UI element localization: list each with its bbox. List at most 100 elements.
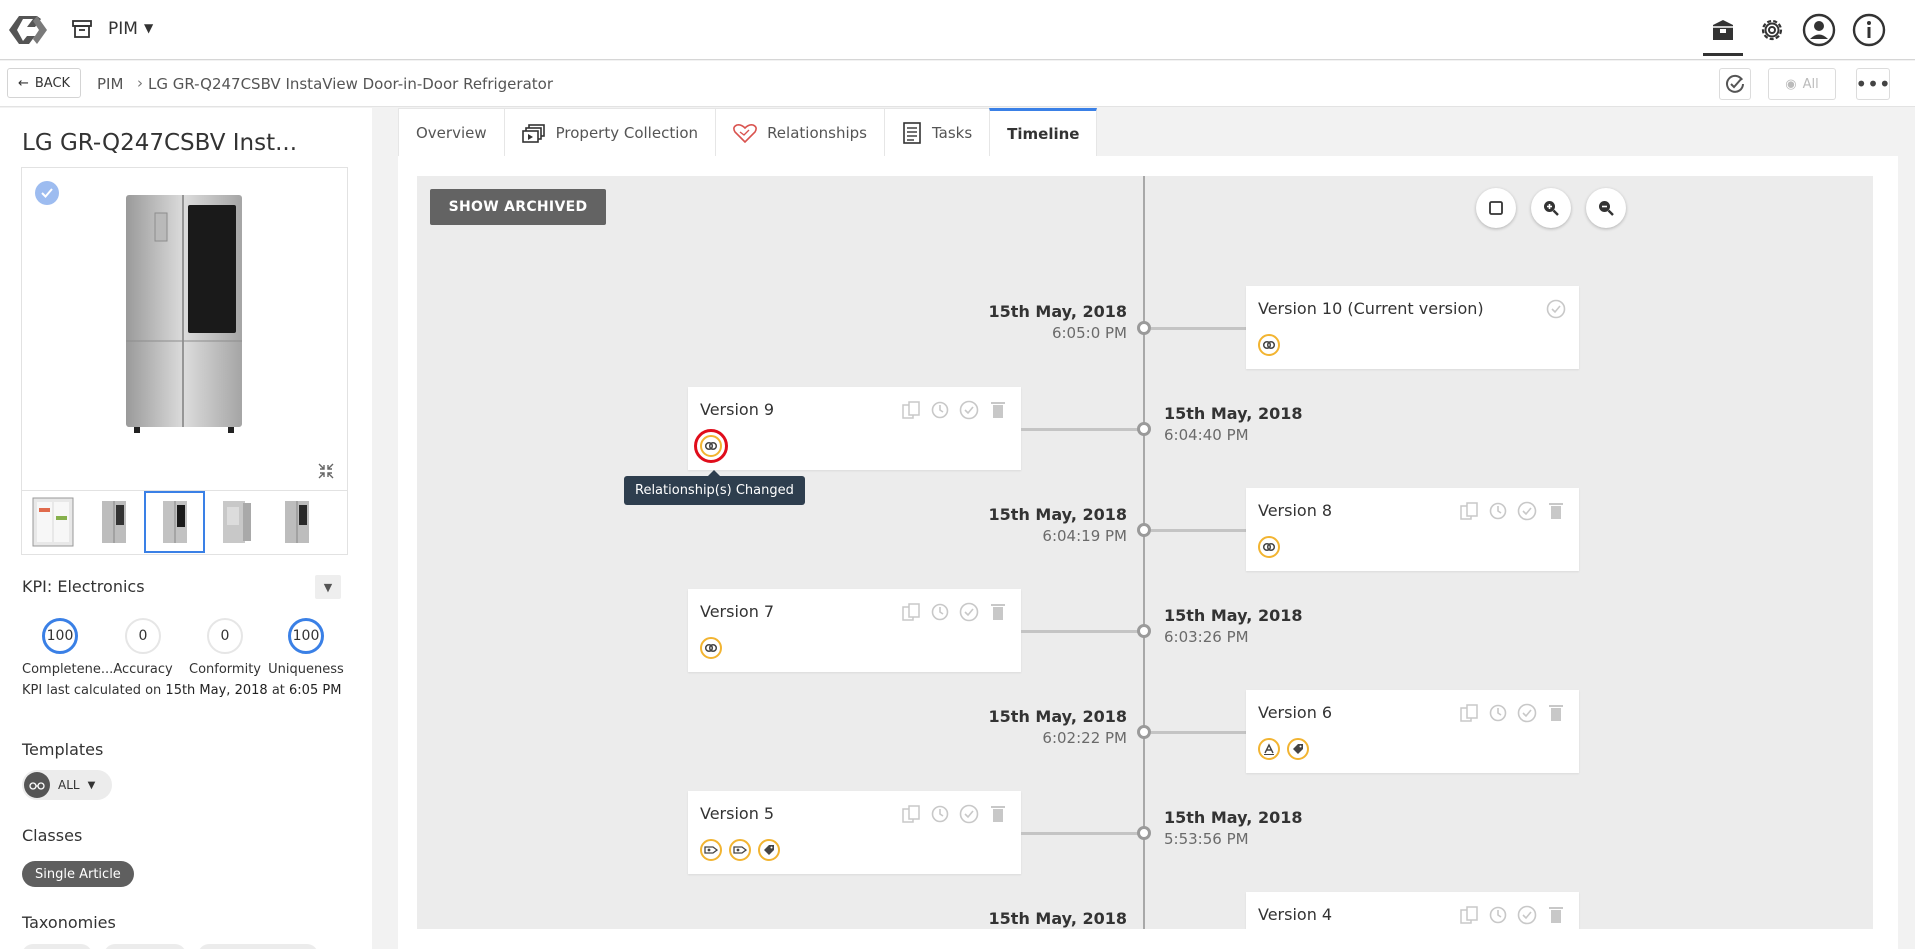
check-circle-icon[interactable] bbox=[1545, 298, 1567, 320]
restore-icon[interactable] bbox=[929, 399, 951, 421]
relationship-changed-icon[interactable] bbox=[1258, 334, 1280, 356]
trash-icon[interactable] bbox=[987, 803, 1009, 825]
version-card[interactable]: Version 8 bbox=[1246, 488, 1579, 571]
version-title: Version 4 bbox=[1258, 905, 1333, 924]
check-circle-icon[interactable] bbox=[1516, 500, 1538, 522]
trash-icon[interactable] bbox=[987, 601, 1009, 623]
kpi-completeness[interactable]: 100 Completene... bbox=[22, 618, 113, 677]
compare-icon[interactable] bbox=[1458, 702, 1480, 724]
timeline-node[interactable] bbox=[1137, 826, 1151, 840]
compare-icon[interactable] bbox=[900, 601, 922, 623]
restore-icon[interactable] bbox=[929, 803, 951, 825]
module-switcher[interactable]: PIM bbox=[108, 19, 138, 39]
check-circle-icon[interactable] bbox=[958, 601, 980, 623]
tab-overview[interactable]: Overview bbox=[398, 108, 504, 156]
trash-icon[interactable] bbox=[1545, 904, 1567, 926]
gear-icon[interactable] bbox=[1752, 10, 1792, 50]
attribute-changed-icon[interactable] bbox=[1258, 738, 1280, 760]
timeline-node[interactable] bbox=[1137, 523, 1151, 537]
show-archived-button[interactable]: SHOW ARCHIVED bbox=[430, 189, 606, 225]
version-title: Version 10 (Current version) bbox=[1258, 299, 1484, 318]
version-card[interactable]: Version 9 bbox=[688, 387, 1021, 470]
version-card[interactable]: Version 7 bbox=[688, 589, 1021, 672]
version-card[interactable]: Version 5 bbox=[688, 791, 1021, 874]
check-circle-icon[interactable] bbox=[958, 803, 980, 825]
zoom-out-button[interactable] bbox=[1586, 188, 1626, 228]
validate-button[interactable] bbox=[1719, 68, 1751, 100]
tab-timeline[interactable]: Timeline bbox=[989, 108, 1098, 156]
taxonomy-chip[interactable] bbox=[22, 944, 92, 949]
relationship-changed-icon[interactable] bbox=[1258, 536, 1280, 558]
class-chip[interactable]: Single Article bbox=[22, 861, 134, 887]
kpi-accuracy[interactable]: 0 Accuracy bbox=[105, 618, 181, 677]
timeline-node[interactable] bbox=[1137, 321, 1151, 335]
relationship-changed-icon[interactable] bbox=[700, 637, 722, 659]
version-time: 6:04:40 PM bbox=[1164, 426, 1249, 444]
version-card[interactable]: Version 4 bbox=[1246, 892, 1579, 929]
collapse-icon[interactable] bbox=[317, 462, 335, 480]
trash-icon[interactable] bbox=[1545, 702, 1567, 724]
thumbnail[interactable] bbox=[205, 491, 266, 553]
trash-icon[interactable] bbox=[1545, 500, 1567, 522]
version-card[interactable]: Version 6 bbox=[1246, 690, 1579, 773]
kpi-dropdown[interactable]: ▼ bbox=[315, 575, 341, 599]
compare-icon[interactable] bbox=[1458, 904, 1480, 926]
info-icon[interactable] bbox=[1849, 10, 1889, 50]
version-time: 6:03:26 PM bbox=[1164, 628, 1249, 646]
tab-relationships[interactable]: Relationships bbox=[715, 108, 884, 156]
asset-changed-icon[interactable] bbox=[700, 839, 722, 861]
thumbnail[interactable] bbox=[83, 491, 144, 553]
check-circle-icon[interactable] bbox=[1516, 702, 1538, 724]
thumbnail[interactable] bbox=[22, 491, 83, 553]
version-card[interactable]: Version 10 (Current version) bbox=[1246, 286, 1579, 369]
kpi-conformity[interactable]: 0 Conformity bbox=[187, 618, 263, 677]
restore-icon[interactable] bbox=[1487, 500, 1509, 522]
tab-tasks[interactable]: Tasks bbox=[883, 108, 990, 156]
check-circle-icon[interactable] bbox=[958, 399, 980, 421]
fit-to-screen-button[interactable] bbox=[1476, 188, 1516, 228]
archive-box-icon[interactable] bbox=[71, 18, 93, 40]
timeline-node[interactable] bbox=[1137, 725, 1151, 739]
check-circle-icon[interactable] bbox=[1516, 904, 1538, 926]
timeline-node[interactable] bbox=[1137, 422, 1151, 436]
tag-changed-icon[interactable] bbox=[758, 839, 780, 861]
kpi-uniqueness[interactable]: 100 Uniqueness bbox=[268, 618, 344, 677]
zoom-in-button[interactable] bbox=[1531, 188, 1571, 228]
timeline-canvas[interactable]: SHOW ARCHIVED 15th May, 2018 6:05:0 PM V… bbox=[417, 176, 1873, 929]
restore-icon[interactable] bbox=[929, 601, 951, 623]
compare-icon[interactable] bbox=[900, 399, 922, 421]
taxonomy-chip[interactable] bbox=[198, 944, 318, 949]
taxonomy-chip[interactable] bbox=[104, 944, 186, 949]
trash-icon[interactable] bbox=[987, 399, 1009, 421]
tab-property-collection[interactable]: Property Collection bbox=[503, 108, 716, 156]
tag-changed-icon[interactable] bbox=[1287, 738, 1309, 760]
kpi-ring: 100 bbox=[288, 618, 324, 654]
relationship-changed-icon[interactable] bbox=[694, 429, 728, 463]
compare-icon[interactable] bbox=[1458, 500, 1480, 522]
restore-icon[interactable] bbox=[1487, 904, 1509, 926]
kpi-name: Uniqueness bbox=[268, 662, 344, 677]
thumbnail[interactable] bbox=[266, 491, 327, 553]
breadcrumb-root[interactable]: PIM bbox=[97, 75, 123, 93]
timeline-node[interactable] bbox=[1137, 624, 1151, 638]
thumbnail-selected[interactable] bbox=[144, 491, 205, 553]
templates-heading: Templates bbox=[22, 740, 104, 759]
compare-icon[interactable] bbox=[900, 803, 922, 825]
asset-changed-icon[interactable] bbox=[729, 839, 751, 861]
version-title: Version 6 bbox=[1258, 703, 1333, 722]
version-date: 15th May, 2018 bbox=[1164, 404, 1303, 423]
arrow-left-icon: ← bbox=[17, 75, 29, 91]
package-icon[interactable] bbox=[1703, 8, 1743, 56]
restore-icon[interactable] bbox=[1487, 702, 1509, 724]
timeline-connector bbox=[1151, 529, 1246, 532]
back-button[interactable]: ← BACK bbox=[7, 68, 81, 98]
chevron-down-icon: ▼ bbox=[87, 779, 96, 791]
template-selector[interactable]: ALL ▼ bbox=[22, 770, 112, 800]
check-icon[interactable] bbox=[35, 181, 59, 205]
product-image-viewer[interactable] bbox=[21, 167, 348, 491]
more-options-button[interactable]: ••• bbox=[1855, 68, 1891, 100]
app-logo-icon[interactable] bbox=[5, 10, 51, 50]
user-account-icon[interactable] bbox=[1799, 10, 1839, 50]
visibility-filter-button[interactable]: ◉ All bbox=[1768, 68, 1836, 100]
chevron-down-icon[interactable]: ▼ bbox=[144, 21, 153, 35]
